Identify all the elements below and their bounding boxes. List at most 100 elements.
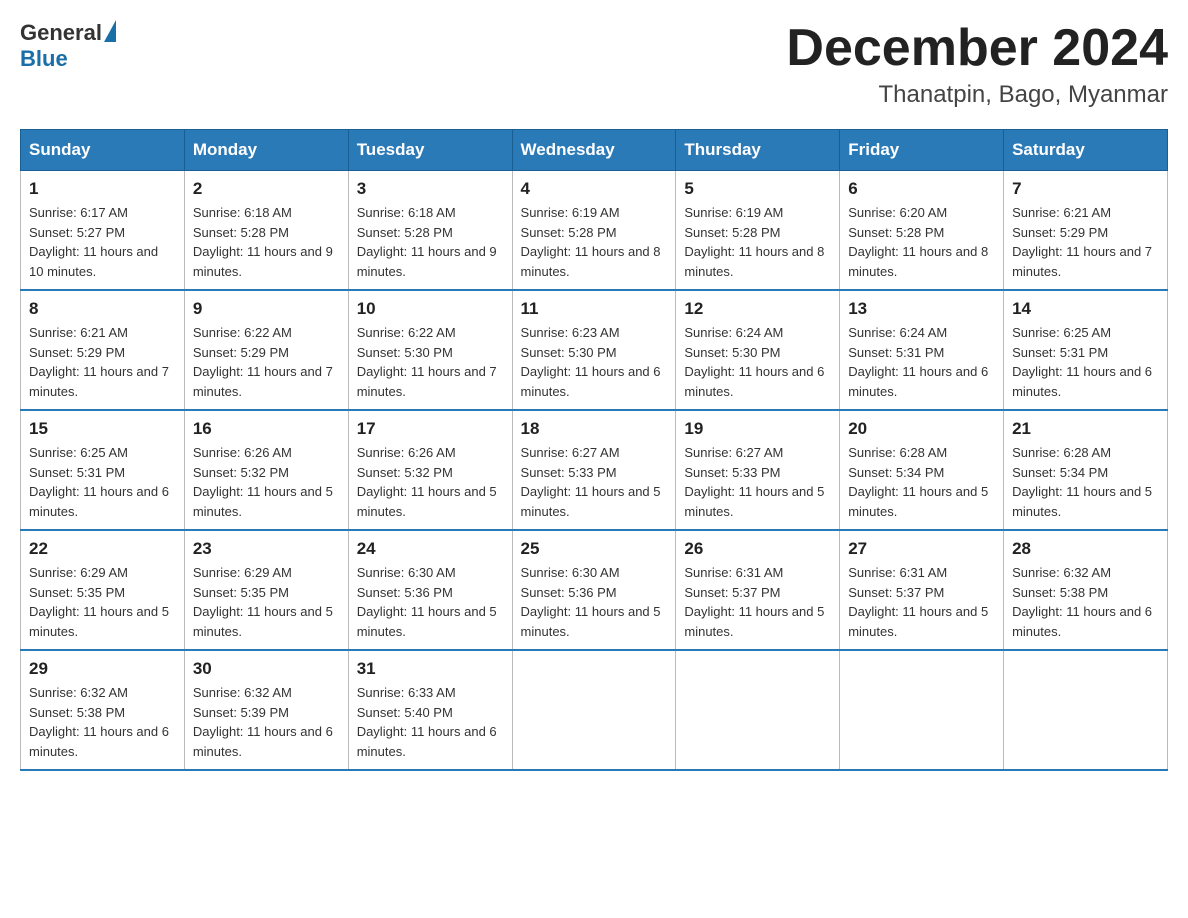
logo-triangle-icon bbox=[104, 20, 116, 42]
day-number: 10 bbox=[357, 299, 504, 319]
calendar-cell: 24 Sunrise: 6:30 AMSunset: 5:36 PMDayligh… bbox=[348, 530, 512, 650]
calendar-cell: 2 Sunrise: 6:18 AMSunset: 5:28 PMDaylight… bbox=[184, 171, 348, 291]
day-number: 31 bbox=[357, 659, 504, 679]
day-info: Sunrise: 6:19 AMSunset: 5:28 PMDaylight:… bbox=[684, 203, 831, 281]
column-header-sunday: Sunday bbox=[21, 130, 185, 171]
day-info: Sunrise: 6:30 AMSunset: 5:36 PMDaylight:… bbox=[357, 563, 504, 641]
day-number: 9 bbox=[193, 299, 340, 319]
calendar-cell: 3 Sunrise: 6:18 AMSunset: 5:28 PMDaylight… bbox=[348, 171, 512, 291]
calendar-cell: 15Sunrise: 6:25 AMSunset: 5:31 PMDayligh… bbox=[21, 410, 185, 530]
column-header-saturday: Saturday bbox=[1004, 130, 1168, 171]
day-info: Sunrise: 6:33 AMSunset: 5:40 PMDaylight:… bbox=[357, 683, 504, 761]
calendar-cell: 13 Sunrise: 6:24 AMSunset: 5:31 PMDayligh… bbox=[840, 290, 1004, 410]
day-number: 28 bbox=[1012, 539, 1159, 559]
day-number: 22 bbox=[29, 539, 176, 559]
day-info: Sunrise: 6:32 AMSunset: 5:38 PMDaylight:… bbox=[29, 683, 176, 761]
calendar-cell bbox=[840, 650, 1004, 770]
day-info: Sunrise: 6:23 AMSunset: 5:30 PMDaylight:… bbox=[521, 323, 668, 401]
day-number: 4 bbox=[521, 179, 668, 199]
day-number: 16 bbox=[193, 419, 340, 439]
day-info: Sunrise: 6:25 AMSunset: 5:31 PMDaylight:… bbox=[29, 443, 176, 521]
column-header-tuesday: Tuesday bbox=[348, 130, 512, 171]
day-info: Sunrise: 6:25 AMSunset: 5:31 PMDaylight:… bbox=[1012, 323, 1159, 401]
day-number: 5 bbox=[684, 179, 831, 199]
calendar-cell: 28 Sunrise: 6:32 AMSunset: 5:38 PMDayligh… bbox=[1004, 530, 1168, 650]
day-info: Sunrise: 6:21 AMSunset: 5:29 PMDaylight:… bbox=[29, 323, 176, 401]
page-header: General Blue December 2024 Thanatpin, Ba… bbox=[20, 20, 1168, 109]
day-info: Sunrise: 6:22 AMSunset: 5:29 PMDaylight:… bbox=[193, 323, 340, 401]
day-number: 18 bbox=[521, 419, 668, 439]
day-number: 25 bbox=[521, 539, 668, 559]
day-info: Sunrise: 6:18 AMSunset: 5:28 PMDaylight:… bbox=[357, 203, 504, 281]
calendar-cell: 19 Sunrise: 6:27 AMSunset: 5:33 PMDayligh… bbox=[676, 410, 840, 530]
calendar-cell bbox=[676, 650, 840, 770]
day-info: Sunrise: 6:28 AMSunset: 5:34 PMDaylight:… bbox=[1012, 443, 1159, 521]
calendar-cell: 10 Sunrise: 6:22 AMSunset: 5:30 PMDayligh… bbox=[348, 290, 512, 410]
day-info: Sunrise: 6:31 AMSunset: 5:37 PMDaylight:… bbox=[848, 563, 995, 641]
week-row-5: 29 Sunrise: 6:32 AMSunset: 5:38 PMDayligh… bbox=[21, 650, 1168, 770]
calendar-header-row: SundayMondayTuesdayWednesdayThursdayFrid… bbox=[21, 130, 1168, 171]
calendar-cell: 1 Sunrise: 6:17 AMSunset: 5:27 PMDaylight… bbox=[21, 171, 185, 291]
calendar-cell: 14 Sunrise: 6:25 AMSunset: 5:31 PMDayligh… bbox=[1004, 290, 1168, 410]
calendar-cell: 29 Sunrise: 6:32 AMSunset: 5:38 PMDayligh… bbox=[21, 650, 185, 770]
week-row-3: 15Sunrise: 6:25 AMSunset: 5:31 PMDayligh… bbox=[21, 410, 1168, 530]
calendar-cell: 8 Sunrise: 6:21 AMSunset: 5:29 PMDaylight… bbox=[21, 290, 185, 410]
column-header-monday: Monday bbox=[184, 130, 348, 171]
day-info: Sunrise: 6:26 AMSunset: 5:32 PMDaylight:… bbox=[193, 443, 340, 521]
calendar-cell: 16 Sunrise: 6:26 AMSunset: 5:32 PMDayligh… bbox=[184, 410, 348, 530]
day-info: Sunrise: 6:29 AMSunset: 5:35 PMDaylight:… bbox=[193, 563, 340, 641]
day-number: 14 bbox=[1012, 299, 1159, 319]
calendar-cell: 30 Sunrise: 6:32 AMSunset: 5:39 PMDayligh… bbox=[184, 650, 348, 770]
day-number: 21 bbox=[1012, 419, 1159, 439]
logo-blue-text: Blue bbox=[20, 46, 116, 72]
day-info: Sunrise: 6:18 AMSunset: 5:28 PMDaylight:… bbox=[193, 203, 340, 281]
calendar-cell: 26Sunrise: 6:31 AMSunset: 5:37 PMDayligh… bbox=[676, 530, 840, 650]
week-row-2: 8 Sunrise: 6:21 AMSunset: 5:29 PMDaylight… bbox=[21, 290, 1168, 410]
calendar-cell bbox=[1004, 650, 1168, 770]
day-number: 24 bbox=[357, 539, 504, 559]
day-info: Sunrise: 6:22 AMSunset: 5:30 PMDaylight:… bbox=[357, 323, 504, 401]
calendar-cell: 18Sunrise: 6:27 AMSunset: 5:33 PMDayligh… bbox=[512, 410, 676, 530]
day-number: 2 bbox=[193, 179, 340, 199]
day-info: Sunrise: 6:28 AMSunset: 5:34 PMDaylight:… bbox=[848, 443, 995, 521]
calendar-cell: 22Sunrise: 6:29 AMSunset: 5:35 PMDayligh… bbox=[21, 530, 185, 650]
day-number: 11 bbox=[521, 299, 668, 319]
calendar-cell: 7Sunrise: 6:21 AMSunset: 5:29 PMDaylight… bbox=[1004, 171, 1168, 291]
day-info: Sunrise: 6:17 AMSunset: 5:27 PMDaylight:… bbox=[29, 203, 176, 281]
calendar-cell: 17Sunrise: 6:26 AMSunset: 5:32 PMDayligh… bbox=[348, 410, 512, 530]
day-number: 30 bbox=[193, 659, 340, 679]
week-row-4: 22 Sunrise: 6:29 AMSunset: 5:35 PMDayligh… bbox=[21, 530, 1168, 650]
calendar-cell: 21 Sunrise: 6:28 AMSunset: 5:34 PMDayligh… bbox=[1004, 410, 1168, 530]
day-number: 20 bbox=[848, 419, 995, 439]
title-area: December 2024 Thanatpin, Bago, Myanmar bbox=[786, 20, 1168, 109]
day-info: Sunrise: 6:32 AMSunset: 5:39 PMDaylight:… bbox=[193, 683, 340, 761]
day-number: 23 bbox=[193, 539, 340, 559]
day-info: Sunrise: 6:24 AMSunset: 5:31 PMDaylight:… bbox=[848, 323, 995, 401]
column-header-friday: Friday bbox=[840, 130, 1004, 171]
calendar-cell: 11 Sunrise: 6:23 AMSunset: 5:30 PMDayligh… bbox=[512, 290, 676, 410]
day-info: Sunrise: 6:21 AMSunset: 5:29 PMDaylight:… bbox=[1012, 203, 1159, 281]
day-info: Sunrise: 6:32 AMSunset: 5:38 PMDaylight:… bbox=[1012, 563, 1159, 641]
day-number: 26 bbox=[684, 539, 831, 559]
day-number: 3 bbox=[357, 179, 504, 199]
day-number: 8 bbox=[29, 299, 176, 319]
column-header-thursday: Thursday bbox=[676, 130, 840, 171]
month-title: December 2024 bbox=[786, 20, 1168, 77]
day-number: 17 bbox=[357, 419, 504, 439]
logo: General Blue bbox=[20, 20, 116, 72]
day-number: 27 bbox=[848, 539, 995, 559]
day-number: 13 bbox=[848, 299, 995, 319]
calendar-cell: 6Sunrise: 6:20 AMSunset: 5:28 PMDaylight… bbox=[840, 171, 1004, 291]
calendar-cell: 9 Sunrise: 6:22 AMSunset: 5:29 PMDaylight… bbox=[184, 290, 348, 410]
calendar-cell: 23 Sunrise: 6:29 AMSunset: 5:35 PMDayligh… bbox=[184, 530, 348, 650]
day-info: Sunrise: 6:27 AMSunset: 5:33 PMDaylight:… bbox=[684, 443, 831, 521]
day-info: Sunrise: 6:30 AMSunset: 5:36 PMDaylight:… bbox=[521, 563, 668, 641]
calendar-cell: 5 Sunrise: 6:19 AMSunset: 5:28 PMDaylight… bbox=[676, 171, 840, 291]
day-number: 6 bbox=[848, 179, 995, 199]
day-number: 19 bbox=[684, 419, 831, 439]
day-number: 29 bbox=[29, 659, 176, 679]
calendar-cell: 20 Sunrise: 6:28 AMSunset: 5:34 PMDayligh… bbox=[840, 410, 1004, 530]
day-number: 1 bbox=[29, 179, 176, 199]
week-row-1: 1 Sunrise: 6:17 AMSunset: 5:27 PMDaylight… bbox=[21, 171, 1168, 291]
location-title: Thanatpin, Bago, Myanmar bbox=[786, 81, 1168, 109]
